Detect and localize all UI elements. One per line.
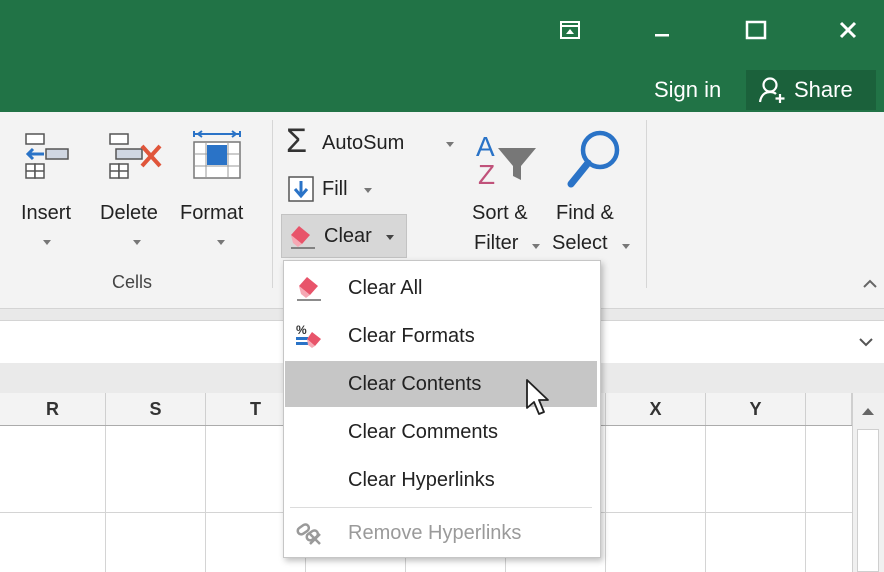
- remove-hyperlinks-icon: [296, 523, 321, 545]
- share-button[interactable]: Share: [746, 70, 876, 110]
- group-separator: [272, 120, 273, 288]
- clear-label: Clear: [324, 225, 372, 247]
- gridline: [805, 426, 806, 572]
- insert-label: Insert: [21, 202, 72, 224]
- fill-down-icon: [288, 176, 314, 202]
- fill-label: Fill: [322, 178, 348, 200]
- column-header-z[interactable]: [806, 393, 852, 425]
- maximize-icon[interactable]: [734, 8, 778, 52]
- menu-item-clear-hyperlinks[interactable]: Clear Hyperlinks: [285, 457, 597, 503]
- mouse-cursor-icon: [526, 379, 549, 415]
- autosum-label: AutoSum: [322, 132, 405, 154]
- menu-item-clear-all[interactable]: Clear All: [285, 265, 597, 311]
- magnifier-icon: [567, 130, 620, 188]
- cells-group-label: Cells: [112, 272, 153, 292]
- delete-cells-icon: [109, 133, 162, 179]
- format-label: Format: [180, 202, 244, 224]
- find-select-label-2: Select: [552, 232, 608, 254]
- scrollbar-thumb[interactable]: [857, 429, 879, 572]
- menu-item-clear-formats[interactable]: % Clear Formats: [285, 313, 597, 359]
- clear-formats-icon: %: [296, 323, 321, 348]
- delete-button[interactable]: Delete: [96, 122, 178, 262]
- find-select-button[interactable]: Find & Select: [552, 128, 638, 260]
- gridline: [205, 426, 206, 572]
- autosum-button[interactable]: Σ AutoSum: [284, 122, 464, 162]
- menu-item-remove-hyperlinks: Remove Hyperlinks: [285, 510, 597, 556]
- menu-separator: [290, 507, 592, 508]
- eraser-icon: [291, 226, 315, 249]
- menu-item-label: Clear Contents: [348, 372, 482, 395]
- sort-filter-label-2: Filter: [474, 232, 519, 254]
- menu-item-label: Remove Hyperlinks: [348, 521, 522, 544]
- column-header-y[interactable]: Y: [706, 393, 806, 425]
- fill-button[interactable]: Fill: [284, 172, 384, 206]
- format-button[interactable]: Format: [180, 122, 260, 262]
- gridline: [605, 426, 606, 572]
- share-person-icon: [758, 77, 785, 103]
- column-header-x[interactable]: X: [606, 393, 706, 425]
- sort-filter-icon: A Z: [476, 131, 536, 190]
- clear-button[interactable]: Clear: [281, 214, 407, 258]
- find-select-dropdown-arrow-icon: [622, 244, 630, 249]
- svg-text:A: A: [476, 131, 495, 162]
- scroll-up-icon[interactable]: [861, 403, 875, 421]
- format-dropdown-arrow-icon: [217, 240, 225, 245]
- menu-item-label: Clear Formats: [348, 324, 475, 347]
- clear-dropdown-arrow-icon: [386, 235, 394, 240]
- close-icon[interactable]: [826, 8, 870, 52]
- title-bar: Sign in Share: [0, 0, 884, 112]
- svg-text:Z: Z: [478, 159, 495, 190]
- delete-dropdown-arrow-icon: [133, 240, 141, 245]
- group-separator: [646, 120, 647, 288]
- share-label: Share: [794, 77, 853, 102]
- minimize-icon[interactable]: [640, 8, 684, 52]
- sort-filter-label-1: Sort &: [472, 202, 528, 224]
- find-select-label-1: Find &: [556, 202, 614, 224]
- gridline: [105, 426, 106, 572]
- ribbon-display-options-icon[interactable]: [548, 8, 592, 52]
- delete-label: Delete: [100, 202, 158, 224]
- format-cells-icon: [193, 130, 241, 179]
- collapse-ribbon-icon[interactable]: [862, 276, 880, 292]
- eraser-icon: [297, 277, 321, 301]
- autosum-dropdown-arrow-icon: [446, 142, 454, 147]
- expand-formula-bar-icon[interactable]: [858, 335, 876, 349]
- insert-dropdown-arrow-icon: [43, 240, 51, 245]
- sort-filter-button[interactable]: A Z Sort & Filter: [466, 128, 550, 260]
- svg-text:%: %: [296, 323, 307, 337]
- menu-item-label: Clear Comments: [348, 420, 499, 443]
- insert-cells-icon: [25, 133, 69, 179]
- sigma-icon: Σ: [286, 122, 308, 160]
- gridline: [705, 426, 706, 572]
- sign-in-link[interactable]: Sign in: [648, 72, 727, 108]
- fill-dropdown-arrow-icon: [364, 188, 372, 193]
- insert-button[interactable]: Insert: [10, 122, 88, 262]
- sort-filter-dropdown-arrow-icon: [532, 244, 540, 249]
- vertical-scrollbar[interactable]: [852, 393, 884, 572]
- column-header-s[interactable]: S: [106, 393, 206, 425]
- menu-item-label: Clear All: [348, 276, 423, 299]
- column-header-r[interactable]: R: [0, 393, 106, 425]
- menu-item-label: Clear Hyperlinks: [348, 468, 495, 491]
